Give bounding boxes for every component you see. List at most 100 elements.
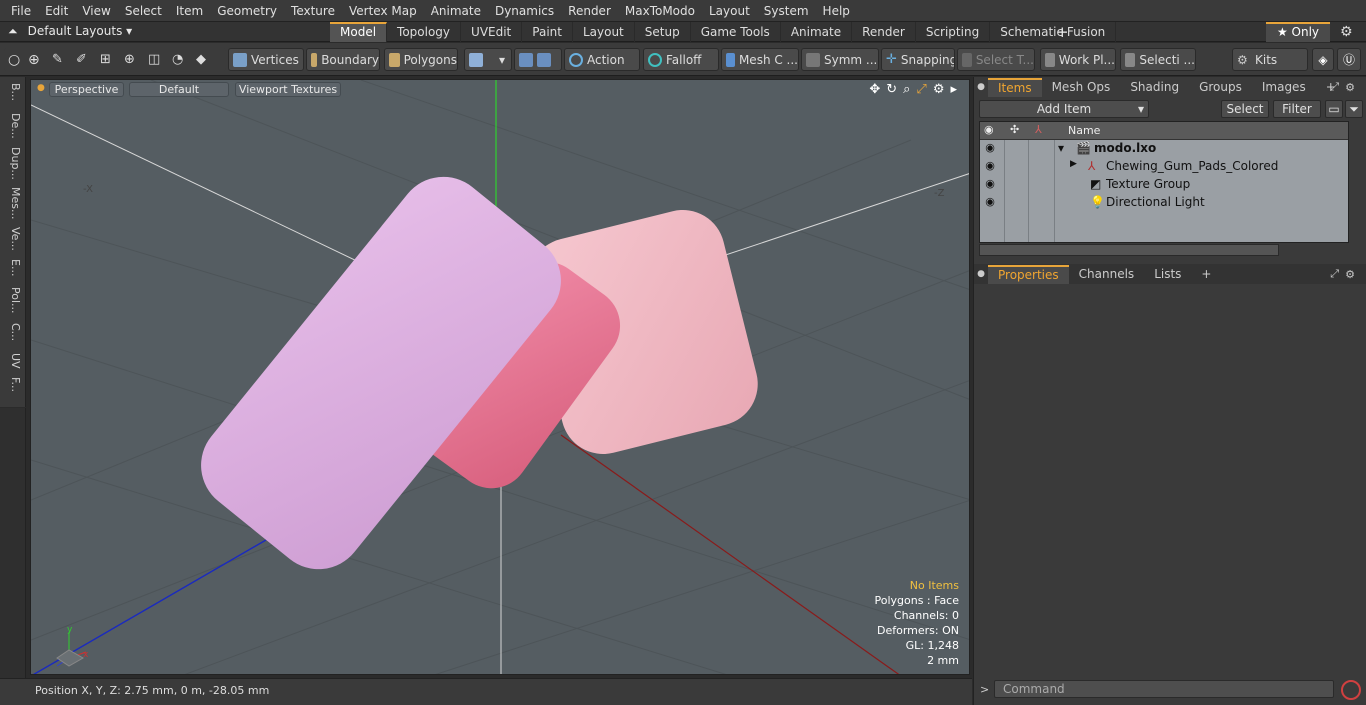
polygons-button[interactable]: Polygons [384,48,458,71]
record-icon[interactable] [1341,680,1361,700]
tab-channels[interactable]: Channels [1069,264,1145,284]
boundary-button[interactable]: Boundary [306,48,380,71]
tab-paint[interactable]: Paint [522,22,573,42]
tab-layout[interactable]: Layout [573,22,635,42]
shading-default-button[interactable]: Default [129,82,229,97]
layout-up-icon[interactable]: ⏶ [8,24,18,39]
eye-icon[interactable]: ◉ [982,141,998,154]
eye-icon[interactable]: ◉ [982,195,998,208]
tab-items[interactable]: Items [988,77,1042,97]
tab-render[interactable]: Render [852,22,916,42]
add-panel-tab-icon[interactable]: + [1191,264,1221,284]
falloff-button[interactable]: Falloff [643,48,719,71]
menu-render[interactable]: Render [561,0,618,22]
expand-arrow-icon[interactable]: ▶ [1070,159,1077,169]
snapping-button[interactable]: ✛ Snapping [881,48,955,71]
brush-icon[interactable]: ✐ [76,52,100,67]
left-tab-curve[interactable]: C... [4,323,22,341]
tab-model[interactable]: Model [330,22,388,42]
move-view-icon[interactable]: ✥ [869,82,880,97]
left-tab-basic[interactable]: B... [4,83,22,101]
menu-layout[interactable]: Layout [702,0,757,22]
eye-icon[interactable]: ◉ [982,159,998,172]
menu-help[interactable]: Help [816,0,857,22]
menu-maxtomodo[interactable]: MaxToModo [618,0,702,22]
tab-mesh-ops[interactable]: Mesh Ops [1042,77,1121,97]
command-input[interactable]: Command [994,680,1334,698]
viewport-menu-dot-icon[interactable]: ● [37,83,45,93]
maximize-icon[interactable]: ⤢ [916,82,926,97]
action-button[interactable]: Action [564,48,640,71]
panel-menu-dot-icon[interactable]: ● [974,82,988,92]
left-tab-uv[interactable]: UV [4,353,22,369]
play-icon[interactable]: ▸ [950,82,957,97]
kits-button[interactable]: ⚙ Kits [1232,48,1308,71]
left-tab-mesh-edit[interactable]: Mes... [4,187,22,219]
tab-schematic-fusion[interactable]: Schematic Fusion [990,22,1117,42]
menu-file[interactable]: File [4,0,38,22]
tab-properties[interactable]: Properties [988,264,1069,284]
item-mode-icon[interactable]: ◆ [196,52,220,67]
pen-icon[interactable]: ✎ [52,52,76,67]
filter-button[interactable]: Filter [1273,100,1321,118]
expand-arrow-icon[interactable]: ▾ [1058,141,1064,155]
perspective-button[interactable]: Perspective [49,82,124,97]
menu-select[interactable]: Select [118,0,169,22]
name-column-header[interactable]: Name [1068,124,1100,137]
mesh-type-dropdown[interactable]: ▾ [464,48,512,71]
menu-item[interactable]: Item [169,0,210,22]
menu-dynamics[interactable]: Dynamics [488,0,561,22]
panel-menu-dot-icon[interactable]: ● [974,269,988,279]
tab-images[interactable]: Images [1252,77,1316,97]
tab-scripting[interactable]: Scripting [916,22,991,42]
menu-system[interactable]: System [757,0,816,22]
tab-setup[interactable]: Setup [635,22,691,42]
symmetry-button[interactable]: Symm ... [801,48,879,71]
menu-texture[interactable]: Texture [284,0,342,22]
viewport-textures-button[interactable]: Viewport Textures [235,82,341,97]
select-button[interactable]: Select [1221,100,1269,118]
panel-settings-icon[interactable]: ⚙ [1345,81,1355,94]
left-tab-edge[interactable]: E... [4,259,22,276]
menu-edit[interactable]: Edit [38,0,75,22]
menu-animate[interactable]: Animate [424,0,488,22]
add-item-dropdown[interactable]: Add Item ▾ [979,100,1149,118]
funnel-icon[interactable]: ⏷ [1345,100,1363,118]
item-row-light[interactable]: ◉ 💡 Directional Light [980,194,1348,212]
only-toggle[interactable]: ★ Only [1266,22,1330,42]
item-row-mesh[interactable]: ◉ ▶ ⅄ Chewing_Gum_Pads_Colored [980,158,1348,176]
left-tab-vertex[interactable]: Ve... [4,227,22,251]
work-plane-button[interactable]: Work Pl... [1040,48,1116,71]
panel-settings-icon[interactable]: ⚙ [1345,268,1355,281]
menu-geometry[interactable]: Geometry [210,0,284,22]
item-row-texture-group[interactable]: ◉ ◩ Texture Group [980,176,1348,194]
left-tab-polygon[interactable]: Pol... [4,287,22,314]
select-t-button[interactable]: Select T... [957,48,1035,71]
left-tab-duplicate[interactable]: Dup... [4,147,22,180]
tab-uvedit[interactable]: UVEdit [461,22,523,42]
tab-shading[interactable]: Shading [1120,77,1189,97]
expand-panel-icon[interactable]: ⤢ [1330,80,1339,94]
unity-button[interactable]: ◈ [1312,48,1334,71]
tab-animate[interactable]: Animate [781,22,853,42]
tab-topology[interactable]: Topology [387,22,462,42]
menu-view[interactable]: View [75,0,117,22]
gear-icon[interactable]: ⚙ [1340,22,1353,42]
tab-groups[interactable]: Groups [1189,77,1252,97]
collapse-icon[interactable]: ▭ [1325,100,1343,118]
left-tab-fusion[interactable]: F... [4,377,22,392]
pivot-icon[interactable]: ⊕ [124,52,148,67]
item-row-scene[interactable]: ◉ ▾ 🎬 modo.lxo [980,140,1348,158]
circle-select-icon[interactable]: ○ [8,52,28,68]
expand-panel-icon[interactable]: ⤢ [1330,267,1339,281]
menu-vertex-map[interactable]: Vertex Map [342,0,424,22]
unreal-button[interactable]: Ⓤ [1337,48,1361,71]
globe-icon[interactable]: ⊕ [28,52,52,68]
add-tab-icon[interactable]: + [1056,22,1069,42]
zoom-icon[interactable]: ⌕ [903,82,910,97]
element-icon[interactable]: ◫ [148,52,172,67]
center-icon[interactable]: ⊞ [100,52,124,67]
material-icon[interactable]: ◔ [172,52,196,67]
tab-lists[interactable]: Lists [1144,264,1191,284]
layout-selector[interactable]: Default Layouts ▾ [28,24,133,39]
